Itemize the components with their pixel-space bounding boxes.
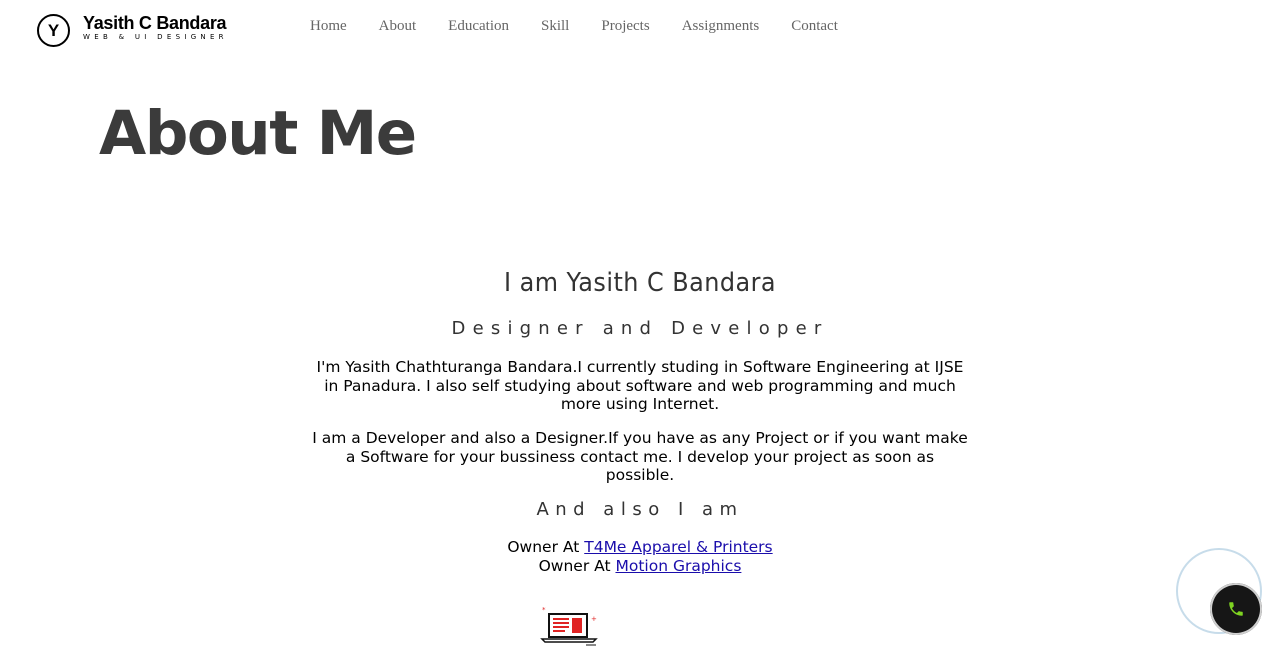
role-subtitle: Designer and Developer xyxy=(451,318,829,339)
owner-prefix: Owner At xyxy=(538,557,611,575)
about-paragraph-2: I am a Developer and also a Designer.If … xyxy=(312,429,968,485)
svg-text:*: * xyxy=(542,606,546,614)
owner-prefix: Owner At xyxy=(507,538,580,556)
brand-name: Yasith C Bandara xyxy=(83,13,227,33)
nav-contact[interactable]: Contact xyxy=(775,18,854,35)
main-nav: Home About Education Skill Projects Assi… xyxy=(294,18,854,35)
nav-about[interactable]: About xyxy=(363,18,433,35)
nav-skill[interactable]: Skill xyxy=(525,18,585,35)
logo-mark: Y xyxy=(37,14,70,47)
nav-projects[interactable]: Projects xyxy=(585,18,665,35)
nav-home[interactable]: Home xyxy=(294,18,363,35)
owner-link-t4me[interactable]: T4Me Apparel & Printers xyxy=(584,538,772,556)
phone-icon xyxy=(1229,602,1243,616)
intro-title: I am Yasith C Bandara xyxy=(504,268,776,298)
logo-text: Yasith C Bandara WEB & UI DESIGNER xyxy=(83,12,228,41)
owner-link-motion-graphics[interactable]: Motion Graphics xyxy=(615,557,741,575)
brand-tagline: WEB & UI DESIGNER xyxy=(83,33,228,41)
owner-line-1: Owner At T4Me Apparel & Printers xyxy=(310,538,970,557)
brand-logo[interactable]: Y Yasith C Bandara WEB & UI DESIGNER xyxy=(37,12,228,47)
laptop-icon: * + xyxy=(538,604,600,646)
nav-assignments[interactable]: Assignments xyxy=(666,18,776,35)
page-title: About Me xyxy=(99,98,417,169)
nav-education[interactable]: Education xyxy=(432,18,525,35)
also-heading: And also I am xyxy=(536,499,744,520)
about-paragraph-1: I'm Yasith Chathturanga Bandara.I curren… xyxy=(316,358,964,414)
owner-line-2: Owner At Motion Graphics xyxy=(310,557,970,576)
svg-text:+: + xyxy=(591,615,597,623)
call-button[interactable] xyxy=(1210,583,1262,635)
